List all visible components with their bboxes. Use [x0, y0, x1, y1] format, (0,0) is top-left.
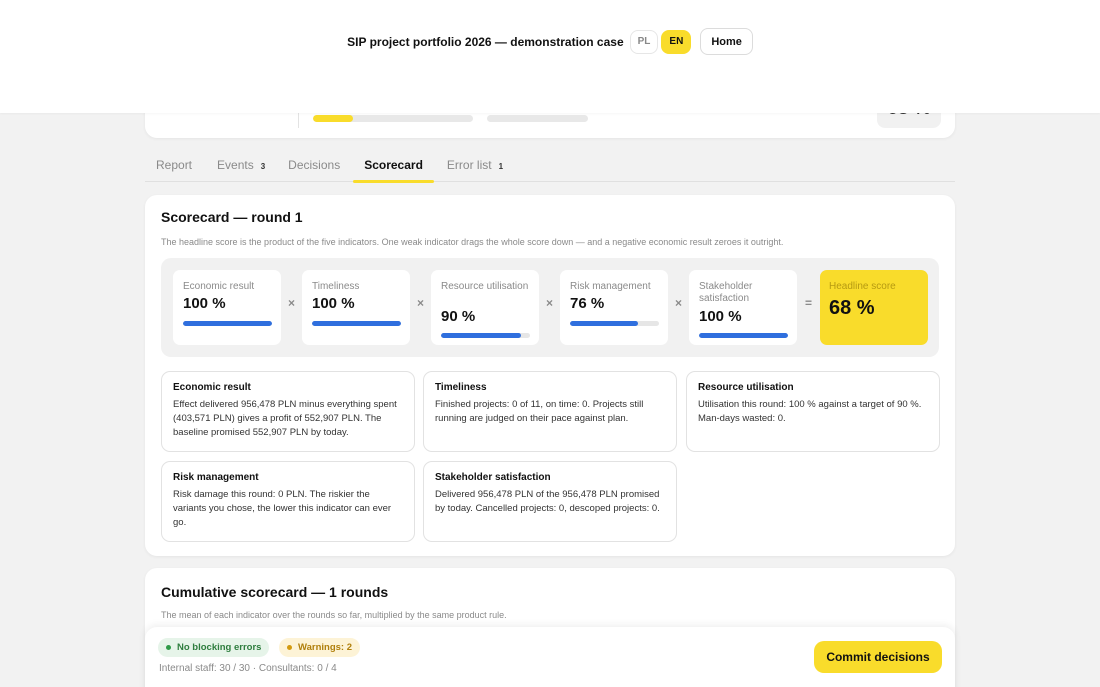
scorecard-subtitle: The headline score is the product of the…: [161, 237, 784, 247]
scorecard-card: Scorecard — round 1 The headline score i…: [145, 195, 955, 556]
multiply-operator: ×: [416, 296, 424, 310]
indicator-label: Resource utilisation: [441, 281, 529, 292]
explanation-title: Stakeholder satisfaction: [435, 472, 551, 483]
status-badge-warnings[interactable]: Warnings: 2: [279, 638, 361, 657]
explanation-title: Economic result: [173, 382, 251, 393]
indicator-label: Risk management: [570, 281, 651, 292]
scorecard-title: Scorecard — round 1: [161, 209, 303, 225]
staff-capacity-text: Internal staff: 30 / 30 · Consultants: 0…: [159, 663, 337, 674]
indicator-bar-fill: [312, 321, 401, 326]
summary-progress-track: [313, 115, 473, 122]
indicator-bar-track: [699, 333, 788, 338]
explanation-text: Finished projects: 0 of 11, on time: 0. …: [435, 399, 644, 424]
indicator-risk-management: Risk management 76 %: [560, 270, 668, 345]
explanation-risk-management: Risk management Risk damage this round: …: [161, 461, 415, 542]
indicator-label: Economic result: [183, 281, 255, 292]
indicator-value: 100 %: [312, 295, 355, 312]
top-header: SIP project portfolio 2026 — demonstrati…: [0, 0, 1100, 113]
summary-secondary-track: [487, 115, 588, 122]
status-dot-icon: [166, 645, 171, 650]
indicator-bar-fill: [183, 321, 272, 326]
tab-label: Report: [156, 158, 193, 172]
tab-label: Error list: [446, 158, 492, 172]
decision-footer-bar: No blocking errors Warnings: 2 Internal …: [145, 627, 955, 687]
indicator-bar-fill: [699, 333, 788, 338]
explanation-title: Risk management: [173, 472, 259, 483]
indicator-label: Timeliness: [312, 281, 360, 292]
tab-bar: Report Events 3 Decisions Scorecard Erro…: [145, 150, 955, 183]
indicator-bar-track: [441, 333, 530, 338]
explanation-resource-utilisation: Resource utilisation Utilisation this ro…: [686, 371, 940, 452]
indicator-bar-fill: [441, 333, 522, 338]
indicator-panel: Economic result 100 % × Timeliness 100 %…: [161, 258, 939, 357]
tab-label: Scorecard: [364, 158, 423, 172]
indicator-value: 100 %: [699, 308, 742, 325]
cumulative-title: Cumulative scorecard — 1 rounds: [161, 584, 389, 600]
equals-operator: =: [804, 296, 812, 310]
indicator-label: Stakeholder satisfaction: [699, 281, 753, 304]
tab-report[interactable]: Report: [145, 150, 203, 182]
explanation-text: Delivered 956,478 PLN of the 956,478 PLN…: [435, 489, 660, 514]
multiply-operator: ×: [545, 296, 553, 310]
cumulative-subtitle: The mean of each indicator over the roun…: [161, 610, 507, 620]
explanation-stakeholder-satisfaction: Stakeholder satisfaction Delivered 956,4…: [423, 461, 677, 542]
indicator-economic-result: Economic result 100 %: [173, 270, 281, 345]
multiply-operator: ×: [674, 296, 682, 310]
headline-score-box: Headline score 68 %: [820, 270, 928, 345]
warning-dot-icon: [287, 645, 292, 650]
indicator-value: 76 %: [570, 295, 605, 312]
header-row: SIP project portfolio 2026 — demonstrati…: [0, 28, 1100, 55]
indicator-bar-track: [183, 321, 272, 326]
explanation-text: Effect delivered 956,478 PLN minus every…: [173, 399, 397, 438]
status-ok-label: No blocking errors: [177, 642, 262, 653]
language-pl-button[interactable]: PL: [629, 29, 659, 54]
indicator-bar-track: [312, 321, 401, 326]
indicator-resource-utilisation: Resource utilisation 90 %: [431, 270, 539, 345]
tab-count-badge: 3: [260, 162, 266, 171]
headline-score-value: 68 %: [829, 297, 875, 319]
headline-score-label: Headline score: [829, 281, 896, 292]
explanation-title: Resource utilisation: [698, 382, 794, 393]
multiply-operator: ×: [287, 296, 295, 310]
summary-progress-fill: [313, 115, 353, 122]
indicator-bar-fill: [570, 321, 638, 326]
tab-scorecard[interactable]: Scorecard: [353, 150, 434, 183]
tab-label: Decisions: [288, 158, 341, 172]
indicator-stakeholder-satisfaction: Stakeholder satisfaction 100 %: [689, 270, 797, 345]
tab-events[interactable]: Events 3: [206, 150, 276, 182]
explanation-text: Utilisation this round: 100 % against a …: [698, 399, 922, 424]
tab-label: Events: [217, 158, 254, 172]
home-button[interactable]: Home: [700, 28, 753, 55]
status-warn-label: Warnings: 2: [298, 642, 353, 653]
indicator-timeliness: Timeliness 100 %: [302, 270, 410, 345]
explanation-timeliness: Timeliness Finished projects: 0 of 11, o…: [423, 371, 677, 452]
tab-error-list[interactable]: Error list 1: [436, 150, 514, 182]
indicator-bar-track: [570, 321, 659, 326]
status-badge-ok: No blocking errors: [158, 638, 270, 657]
language-en-button[interactable]: EN: [661, 29, 692, 54]
commit-decisions-button[interactable]: Commit decisions: [814, 641, 942, 673]
tab-count-badge: 1: [498, 162, 504, 171]
indicator-value: 100 %: [183, 295, 226, 312]
indicator-value: 90 %: [441, 308, 476, 325]
explanation-economic-result: Economic result Effect delivered 956,478…: [161, 371, 415, 452]
explanation-title: Timeliness: [435, 382, 487, 393]
tab-decisions[interactable]: Decisions: [277, 150, 351, 182]
app-title: SIP project portfolio 2026 — demonstrati…: [347, 34, 624, 49]
explanation-text: Risk damage this round: 0 PLN. The riski…: [173, 489, 392, 528]
